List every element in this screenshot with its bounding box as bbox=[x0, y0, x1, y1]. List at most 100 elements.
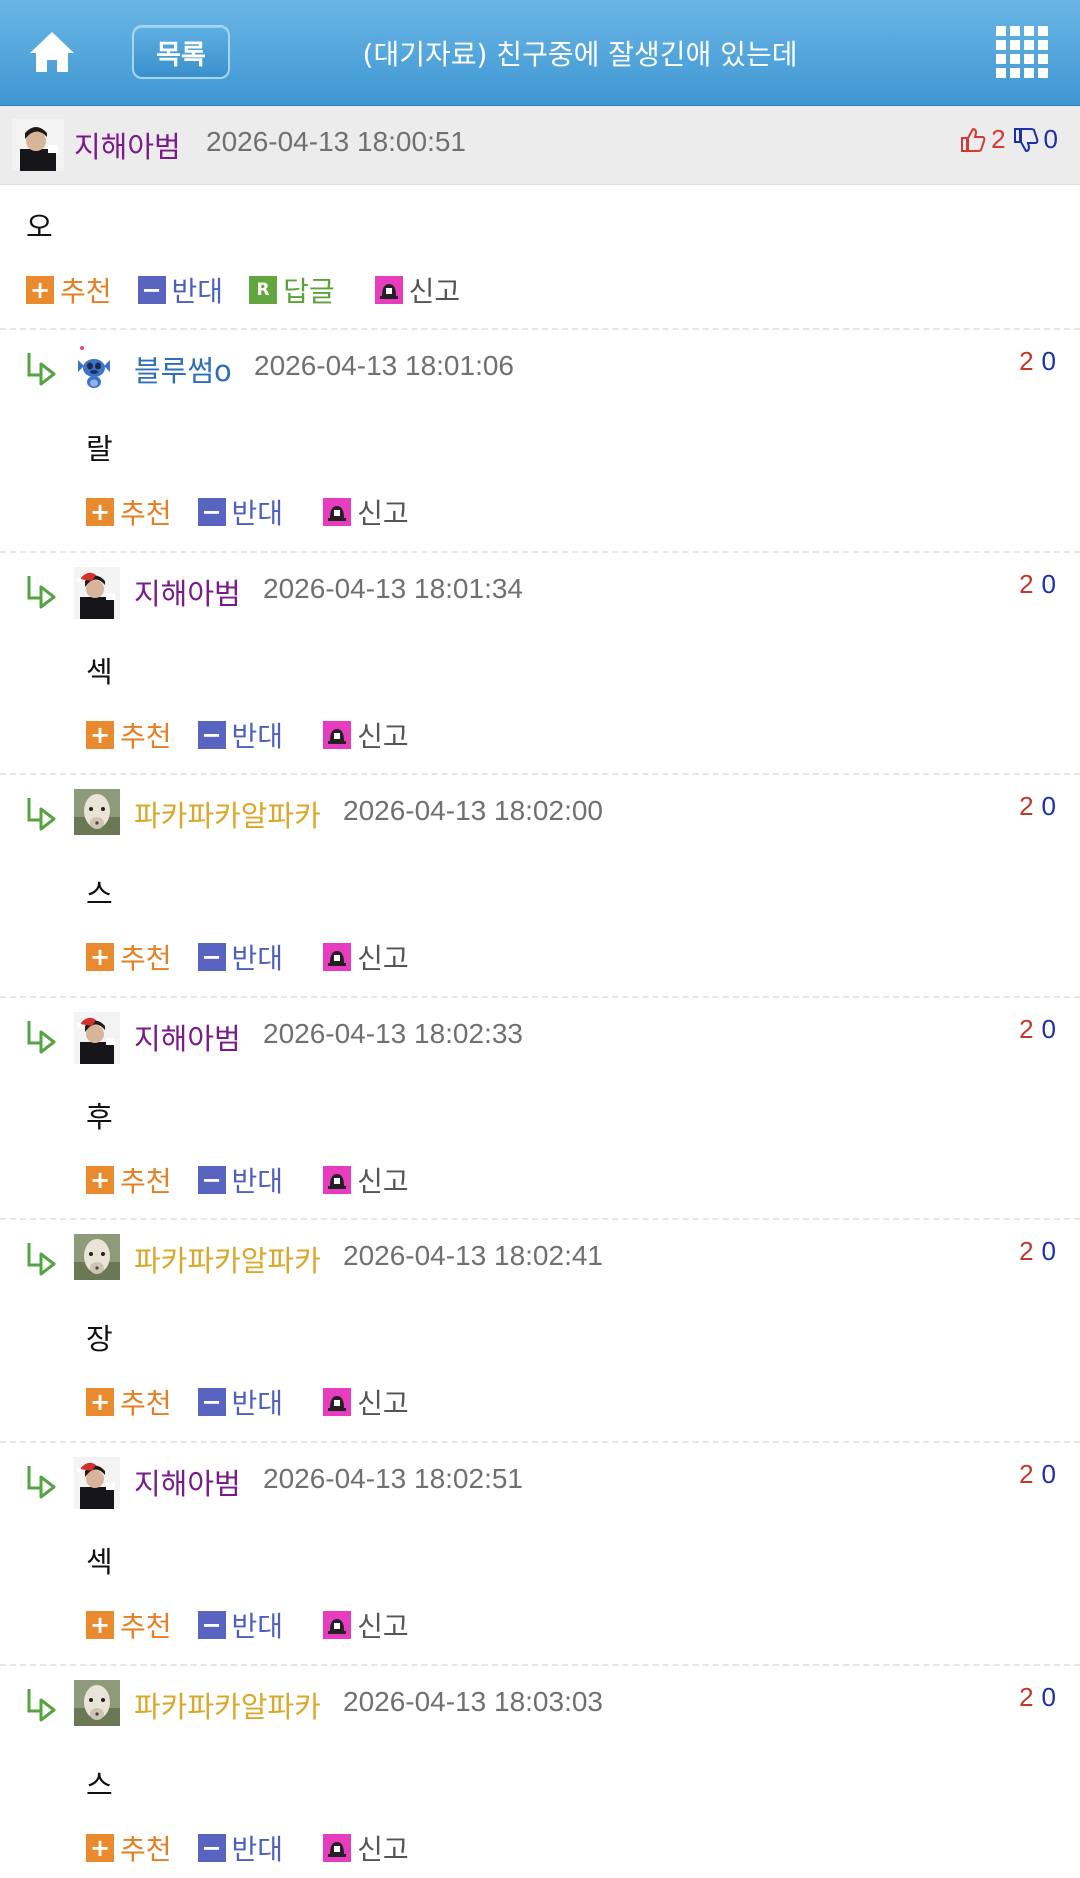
comment-actions: + 추천 − 반대 신고 bbox=[86, 1382, 435, 1422]
comment-actions: + 추천 − 반대 신고 bbox=[86, 1605, 435, 1645]
oppose-button[interactable]: − 반대 bbox=[197, 1605, 283, 1645]
oppose-button[interactable]: − 반대 bbox=[197, 1382, 283, 1422]
oppose-button[interactable]: − 반대 bbox=[197, 937, 283, 977]
comment-author[interactable]: 파카파카알파카 bbox=[134, 1238, 321, 1280]
comment-content: 스 bbox=[86, 877, 113, 911]
post-actions: + 추천 − 반대 R 답글 신고 bbox=[26, 270, 486, 310]
comment-author[interactable]: 지해아범 bbox=[134, 1016, 241, 1058]
comment-author[interactable]: 파카파카알파카 bbox=[134, 1684, 321, 1726]
post-content: 오 bbox=[26, 210, 53, 244]
comment-date: 2026-04-13 18:02:33 bbox=[263, 1018, 523, 1049]
comment-author[interactable]: 지해아범 bbox=[134, 571, 241, 613]
minus-icon: − bbox=[197, 1166, 226, 1194]
comment-vote-count: 20 bbox=[1019, 1236, 1056, 1267]
comment-author[interactable]: 파카파카알파카 bbox=[134, 793, 321, 835]
report-button[interactable]: 신고 bbox=[374, 270, 460, 310]
siren-icon bbox=[323, 1834, 352, 1862]
siren-icon bbox=[374, 276, 403, 304]
comment-content: 랄 bbox=[86, 432, 113, 466]
comment-date: 2026-04-13 18:01:34 bbox=[263, 573, 523, 604]
recommend-button[interactable]: + 추천 bbox=[86, 937, 172, 977]
avatar[interactable] bbox=[74, 1680, 126, 1732]
recommend-button[interactable]: + 추천 bbox=[86, 1160, 172, 1200]
minus-icon: − bbox=[197, 721, 226, 749]
comment-date: 2026-04-13 18:02:00 bbox=[343, 795, 603, 826]
reply-arrow-icon bbox=[24, 1463, 60, 1499]
comment-date: 2026-04-13 18:02:51 bbox=[263, 1463, 523, 1494]
comment-actions: + 추천 − 반대 신고 bbox=[86, 1160, 435, 1200]
report-button[interactable]: 신고 bbox=[323, 1605, 409, 1645]
minus-icon: − bbox=[197, 943, 226, 971]
report-button[interactable]: 신고 bbox=[323, 1160, 409, 1200]
report-button[interactable]: 신고 bbox=[323, 492, 409, 532]
home-icon[interactable] bbox=[26, 26, 78, 78]
siren-icon bbox=[323, 943, 352, 971]
comment-content: 섹 bbox=[86, 655, 113, 689]
siren-icon bbox=[323, 1388, 352, 1416]
comment-vote-count: 20 bbox=[1019, 346, 1056, 377]
grid-menu-icon[interactable] bbox=[996, 26, 1048, 78]
comment-down-count: 0 bbox=[1041, 791, 1056, 821]
oppose-button[interactable]: − 반대 bbox=[197, 715, 283, 755]
comment-item: 파카파카알파카 2026-04-13 18:03:03 2 0 스 + 추천 − 반대 신고 bbox=[0, 1664, 1080, 1878]
comment-content: 섹 bbox=[86, 1545, 113, 1579]
comment-item: 블루썸o 2026-04-13 18:01:06 2 0 랄 + 추천 − 반대 신고 bbox=[0, 328, 1080, 551]
comment-down-count: 0 bbox=[1041, 1014, 1056, 1044]
avatar[interactable] bbox=[74, 789, 126, 841]
avatar[interactable] bbox=[74, 1012, 126, 1064]
comment-content: 장 bbox=[86, 1322, 113, 1356]
avatar[interactable] bbox=[12, 119, 64, 171]
oppose-button[interactable]: − 반대 bbox=[197, 1160, 283, 1200]
thumbs-down-icon bbox=[1013, 127, 1038, 152]
recommend-button[interactable]: + 추천 bbox=[86, 715, 172, 755]
post-up-count: 2 bbox=[991, 124, 1006, 154]
comment-item: 파카파카알파카 2026-04-13 18:02:41 2 0 장 + 추천 − 반대 신고 bbox=[0, 1218, 1080, 1441]
oppose-button[interactable]: − 반대 bbox=[197, 492, 283, 532]
comment-down-count: 0 bbox=[1041, 346, 1056, 376]
comment-down-count: 0 bbox=[1041, 1682, 1056, 1712]
reply-arrow-icon bbox=[24, 573, 60, 609]
comment-date: 2026-04-13 18:01:06 bbox=[254, 350, 514, 381]
siren-icon bbox=[323, 721, 352, 749]
comment-item: 지해아범 2026-04-13 18:01:34 2 0 섹 + 추천 − 반대 신고 bbox=[0, 551, 1080, 774]
comment-author[interactable]: 지해아범 bbox=[134, 1461, 241, 1503]
avatar[interactable] bbox=[74, 567, 126, 619]
siren-icon bbox=[323, 498, 352, 526]
recommend-button[interactable]: + 추천 bbox=[86, 1828, 172, 1868]
reply-button[interactable]: R 답글 bbox=[249, 270, 335, 310]
recommend-button[interactable]: + 추천 bbox=[86, 1605, 172, 1645]
comment-vote-count: 20 bbox=[1019, 1014, 1056, 1045]
list-button[interactable]: 목록 bbox=[132, 25, 230, 79]
comment-up-count: 2 bbox=[1019, 569, 1034, 599]
page-title: (대기자료) 친구중에 잘생긴애 있는데 bbox=[362, 38, 798, 71]
plus-icon: + bbox=[86, 1611, 114, 1639]
minus-icon: − bbox=[197, 498, 226, 526]
post-down-count: 0 bbox=[1043, 124, 1058, 154]
oppose-button[interactable]: − 반대 bbox=[197, 1828, 283, 1868]
comment-date: 2026-04-13 18:02:41 bbox=[343, 1240, 603, 1271]
avatar[interactable] bbox=[74, 1457, 126, 1509]
avatar[interactable] bbox=[74, 1234, 126, 1286]
comment-actions: + 추천 − 반대 신고 bbox=[86, 1828, 435, 1868]
recommend-button[interactable]: + 추천 bbox=[26, 270, 112, 310]
reply-arrow-icon bbox=[24, 1686, 60, 1722]
report-button[interactable]: 신고 bbox=[323, 1828, 409, 1868]
report-button[interactable]: 신고 bbox=[323, 1382, 409, 1422]
report-button[interactable]: 신고 bbox=[323, 715, 409, 755]
comment-up-count: 2 bbox=[1019, 346, 1034, 376]
minus-icon: − bbox=[197, 1834, 226, 1862]
oppose-button[interactable]: − 반대 bbox=[137, 270, 223, 310]
top-navigation-bar: 목록 (대기자료) 친구중에 잘생긴애 있는데 bbox=[0, 0, 1080, 106]
recommend-button[interactable]: + 추천 bbox=[86, 1382, 172, 1422]
avatar[interactable] bbox=[74, 344, 126, 396]
recommend-button[interactable]: + 추천 bbox=[86, 492, 172, 532]
report-button[interactable]: 신고 bbox=[323, 937, 409, 977]
comment-up-count: 2 bbox=[1019, 1014, 1034, 1044]
comment-actions: + 추천 − 반대 신고 bbox=[86, 715, 435, 755]
comment-author[interactable]: 블루썸o bbox=[134, 348, 232, 390]
post-author[interactable]: 지해아범 bbox=[74, 124, 181, 166]
comment-content: 후 bbox=[86, 1100, 113, 1134]
reply-arrow-icon bbox=[24, 1240, 60, 1276]
siren-icon bbox=[323, 1611, 352, 1639]
plus-icon: + bbox=[86, 943, 114, 971]
